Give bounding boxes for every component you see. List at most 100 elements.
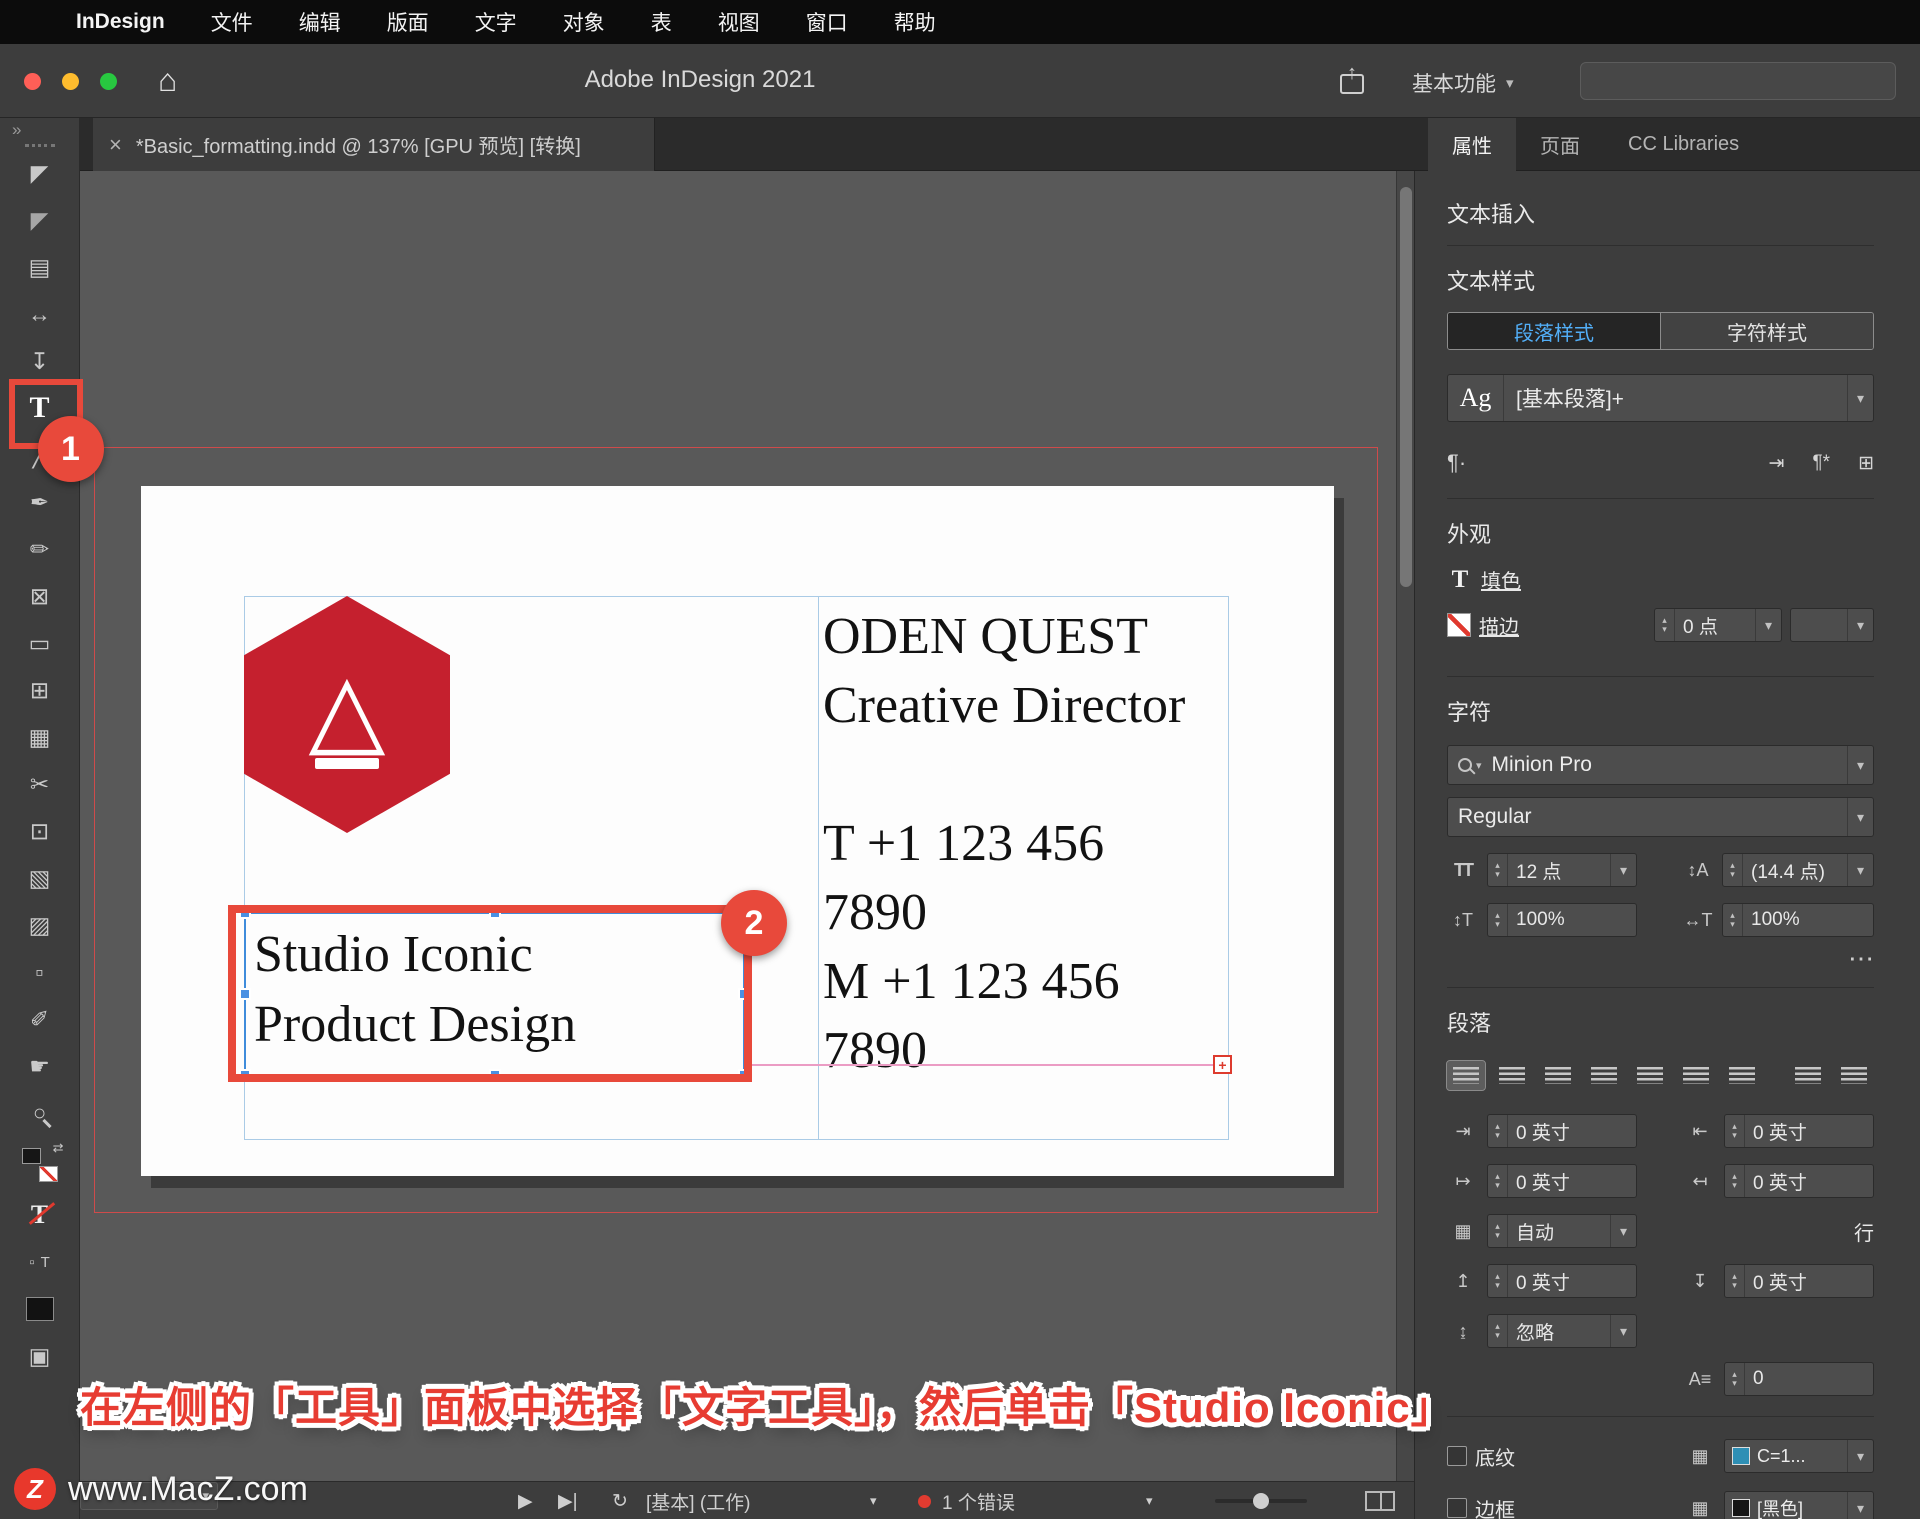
- scissors-tool[interactable]: ✂: [18, 768, 62, 800]
- chevron-down-icon[interactable]: [1847, 1492, 1873, 1519]
- shading-color-value[interactable]: C=1...: [1750, 1446, 1847, 1467]
- fill-label[interactable]: 填色: [1481, 565, 1521, 594]
- gap-tool[interactable]: ↔: [18, 298, 62, 330]
- font-size-stepper[interactable]: 12 点: [1487, 853, 1637, 887]
- chevron-down-icon[interactable]: [1610, 1315, 1636, 1347]
- stroke-weight-value[interactable]: 0 点: [1675, 612, 1755, 639]
- space-between-select[interactable]: 忽略: [1487, 1314, 1637, 1348]
- preflight-refresh-icon[interactable]: ↻: [612, 1482, 628, 1519]
- zoom-tool[interactable]: ○: [18, 1097, 62, 1129]
- left-indent-value[interactable]: 0 英寸: [1508, 1118, 1636, 1145]
- space-before-stepper[interactable]: 0 英寸: [1487, 1264, 1637, 1298]
- chevron-down-icon[interactable]: [1847, 609, 1873, 641]
- page-tool[interactable]: ▤: [18, 251, 62, 283]
- justify-center-icon[interactable]: [1631, 1061, 1669, 1090]
- align-center-icon[interactable]: [1493, 1061, 1531, 1090]
- paragraph-mark-icon[interactable]: ¶·: [1447, 450, 1466, 476]
- border-checkbox[interactable]: [1447, 1498, 1467, 1518]
- stroke-swatch[interactable]: [38, 1166, 58, 1182]
- font-style-value[interactable]: Regular: [1448, 805, 1847, 829]
- selection-tool[interactable]: ◤: [18, 157, 62, 189]
- fill-swatch[interactable]: [21, 1148, 41, 1164]
- stepper-arrows-icon[interactable]: [1725, 1363, 1745, 1395]
- gradient-feather-tool[interactable]: ▨: [18, 909, 62, 941]
- font-family-value[interactable]: Minion Pro: [1482, 753, 1847, 777]
- align-toward-spine-icon[interactable]: [1789, 1061, 1827, 1090]
- fill-stroke-swatches[interactable]: ⇄: [18, 1140, 64, 1184]
- workspace-switcher[interactable]: 基本功能 ▾: [1412, 68, 1514, 98]
- align-right-icon[interactable]: [1539, 1061, 1577, 1090]
- slider-knob[interactable]: [1253, 1493, 1269, 1509]
- chevron-down-icon[interactable]: [1610, 1215, 1636, 1247]
- horizontal-scale-value[interactable]: 100%: [1743, 909, 1873, 931]
- tab-pages[interactable]: 页面: [1516, 118, 1604, 171]
- first-line-indent-value[interactable]: 0 英寸: [1508, 1168, 1636, 1195]
- zoom-slider[interactable]: [1215, 1482, 1307, 1519]
- close-icon[interactable]: ×: [109, 132, 122, 158]
- menu-table[interactable]: 表: [651, 7, 672, 37]
- stepper-arrows-icon[interactable]: [1488, 1165, 1508, 1197]
- vertical-scrollbar[interactable]: [1396, 171, 1414, 1481]
- stepper-arrows-icon[interactable]: [1655, 609, 1675, 641]
- text-format-icon[interactable]: T: [41, 1254, 50, 1271]
- style-override-icon[interactable]: ¶*: [1812, 452, 1830, 475]
- align-away-spine-icon[interactable]: [1835, 1061, 1873, 1090]
- preflight-profile[interactable]: [基本] (工作): [646, 1482, 751, 1519]
- chevron-down-icon[interactable]: ▾: [870, 1482, 877, 1519]
- justify-left-icon[interactable]: [1585, 1061, 1623, 1090]
- toolbar-grip[interactable]: [24, 144, 55, 147]
- formatting-affects-toggle[interactable]: ▫ T: [18, 1246, 62, 1278]
- leading-value[interactable]: (14.4 点): [1743, 857, 1847, 884]
- menu-view[interactable]: 视图: [718, 7, 760, 37]
- baseline-stepper[interactable]: 0: [1724, 1362, 1874, 1396]
- horizontal-scale-stepper[interactable]: 100%: [1722, 903, 1874, 937]
- menu-layout[interactable]: 版面: [387, 7, 429, 37]
- menu-edit[interactable]: 编辑: [299, 7, 341, 37]
- stepper-arrows-icon[interactable]: [1723, 904, 1743, 936]
- rectangle-frame-tool[interactable]: ⊠: [18, 580, 62, 612]
- vertical-scale-stepper[interactable]: 100%: [1487, 903, 1637, 937]
- document-tab[interactable]: × *Basic_formatting.indd @ 137% [GPU 预览]…: [93, 118, 655, 171]
- pen-tool[interactable]: ✒: [18, 486, 62, 518]
- align-left-icon[interactable]: [1446, 1059, 1486, 1091]
- stepper-arrows-icon[interactable]: [1488, 1315, 1508, 1347]
- direct-selection-tool[interactable]: ◤: [18, 204, 62, 236]
- table-tool[interactable]: ⊞: [18, 674, 62, 706]
- stepper-arrows-icon[interactable]: [1488, 1265, 1508, 1297]
- paragraph-style-select[interactable]: Ag [基本段落]+: [1447, 374, 1874, 422]
- menu-object[interactable]: 对象: [563, 7, 605, 37]
- tab-cc-libraries[interactable]: CC Libraries: [1604, 118, 1763, 171]
- font-style-select[interactable]: Regular: [1447, 797, 1874, 837]
- grid-tool[interactable]: ▦: [18, 721, 62, 753]
- swap-fill-stroke-icon[interactable]: ⇄: [53, 1140, 64, 1156]
- redefine-style-icon[interactable]: ⇥: [1769, 452, 1785, 475]
- screen-mode-button[interactable]: ▣: [18, 1340, 62, 1372]
- chevron-down-icon[interactable]: [1847, 798, 1873, 836]
- text-fill-none-indicator[interactable]: T: [18, 1199, 62, 1231]
- gradient-swatch-tool[interactable]: ▧: [18, 862, 62, 894]
- paragraph-styles-tab[interactable]: 段落样式: [1448, 313, 1661, 349]
- type-tool[interactable]: T 1: [8, 379, 104, 482]
- character-styles-tab[interactable]: 字符样式: [1661, 313, 1873, 349]
- stepper-arrows-icon[interactable]: [1723, 854, 1743, 886]
- vertical-scale-value[interactable]: 100%: [1508, 909, 1636, 931]
- last-line-indent-value[interactable]: 0 英寸: [1745, 1168, 1873, 1195]
- space-after-value[interactable]: 0 英寸: [1745, 1268, 1873, 1295]
- menu-help[interactable]: 帮助: [894, 7, 936, 37]
- baseline-value[interactable]: 0: [1745, 1368, 1873, 1390]
- stepper-arrows-icon[interactable]: [1725, 1115, 1745, 1147]
- new-style-icon[interactable]: ⊞: [1858, 452, 1874, 475]
- stroke-label[interactable]: 描边: [1479, 611, 1519, 640]
- menu-file[interactable]: 文件: [211, 7, 253, 37]
- share-icon[interactable]: ↑: [1340, 62, 1364, 94]
- border-color-select[interactable]: [黑色]: [1724, 1491, 1874, 1519]
- shading-color-select[interactable]: C=1...: [1724, 1439, 1874, 1473]
- justify-right-icon[interactable]: [1677, 1061, 1715, 1090]
- chevron-down-icon[interactable]: [1847, 1440, 1873, 1472]
- left-indent-stepper[interactable]: 0 英寸: [1487, 1114, 1637, 1148]
- font-family-select[interactable]: ▾ Minion Pro: [1447, 745, 1874, 785]
- note-tool[interactable]: ▫: [18, 956, 62, 988]
- last-line-indent-stepper[interactable]: 0 英寸: [1724, 1164, 1874, 1198]
- leading-stepper[interactable]: (14.4 点): [1722, 853, 1874, 887]
- border-color-value[interactable]: [黑色]: [1750, 1495, 1847, 1519]
